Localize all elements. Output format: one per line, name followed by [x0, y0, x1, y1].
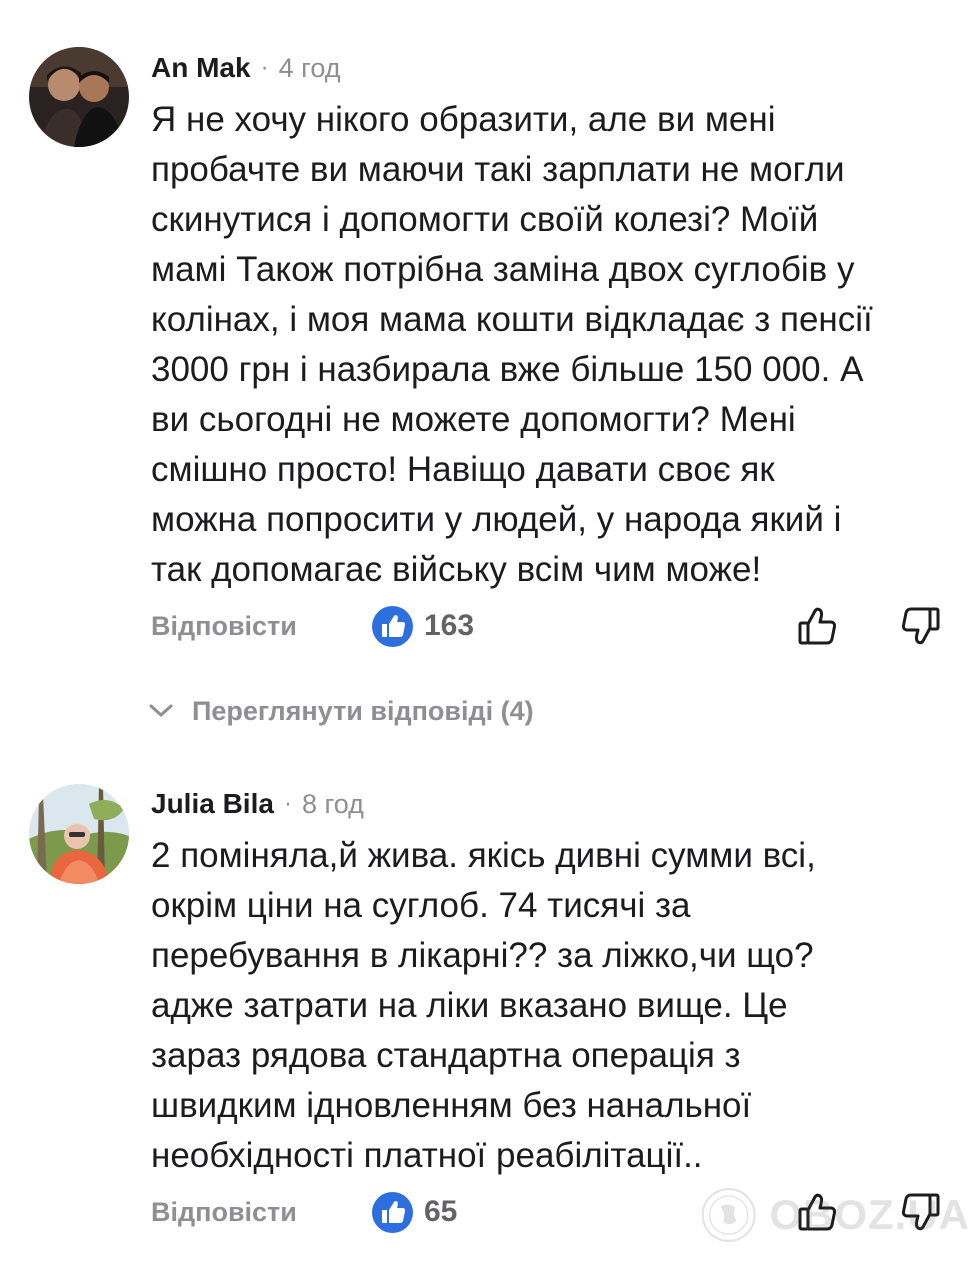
- comment-text-line: окрім ціни на суглоб. 74 тисячі за: [151, 886, 691, 925]
- comment-text-line: мамі Також потрібна заміна двох суглобів…: [151, 250, 855, 289]
- comment-text-line: скинутися і допомогти своїй колезі? Моїй: [151, 200, 819, 239]
- view-replies-button[interactable]: Переглянути відповіді (4): [148, 689, 534, 733]
- comment-text-line: можна попросити у людей, у народа який і: [151, 500, 842, 539]
- view-replies-label: Переглянути відповіді (4): [192, 695, 534, 726]
- comment-text-line: 3000 грн і назбирала вже більше 150 000.…: [151, 350, 864, 389]
- comment-text-line: смішно просто! Навіщо давати своє як: [151, 450, 775, 489]
- comment-actions: Відповісти 65: [0, 1187, 979, 1237]
- comment-text-line: зараз рядова стандартна операція з: [151, 1036, 741, 1075]
- thumbs-up-outline-icon: [798, 1193, 837, 1231]
- timestamp: 4 год: [278, 52, 341, 83]
- comment-text-line: адже затрати на ліки вказано вище. Це: [151, 986, 788, 1025]
- like-button[interactable]: [796, 1189, 840, 1235]
- thumbs-up-filled-icon: [372, 1192, 413, 1233]
- author-name[interactable]: An Mak: [151, 52, 251, 84]
- avatar[interactable]: [29, 47, 129, 147]
- chevron-down-icon: [149, 704, 173, 717]
- thumbs-up-filled-icon: [372, 606, 413, 647]
- reply-button[interactable]: Відповісти: [151, 601, 297, 651]
- comment-text: 2 поміняла,й жива. якісь дивні сумми всі…: [151, 831, 951, 1181]
- avatar[interactable]: [29, 784, 129, 884]
- author-name[interactable]: Julia Bila: [151, 788, 274, 820]
- thumbs-up-outline-icon: [798, 607, 837, 645]
- comment-text-line: швидким ідновленням без нанальної: [151, 1086, 752, 1125]
- comment-text-line: Я не хочу нікого образити, але ви мені: [151, 100, 776, 139]
- reply-button[interactable]: Відповісти: [151, 1187, 297, 1237]
- comment-text-line: колінах, і моя мама кошти відкладає з пе…: [151, 300, 873, 339]
- comment-text-line: перебування в лікарні?? за ліжко,чи що?: [151, 936, 814, 975]
- dislike-button[interactable]: [898, 1189, 942, 1235]
- thumbs-down-outline-icon: [901, 607, 940, 645]
- like-button[interactable]: [796, 603, 840, 649]
- separator-dot: ·: [260, 54, 269, 81]
- comment-text-line: необхідності платної реабілітації..: [151, 1136, 703, 1175]
- comment-text-line: 2 поміняла,й жива. якісь дивні сумми всі…: [151, 836, 816, 875]
- comment-text: Я не хочу нікого образити, але ви мені п…: [151, 95, 951, 595]
- comment-actions: Відповісти 163: [0, 601, 979, 651]
- like-count: 65: [424, 1195, 458, 1228]
- separator-dot: ·: [283, 790, 292, 817]
- comment-header: An Mak · 4 год: [151, 48, 341, 88]
- comment-header: Julia Bila · 8 год: [151, 784, 364, 824]
- thumbs-down-outline-icon: [901, 1193, 940, 1231]
- comment-text-line: ви сьогодні не можете допомогти? Мені: [151, 400, 796, 439]
- dislike-button[interactable]: [898, 603, 942, 649]
- timestamp: 8 год: [301, 788, 364, 819]
- comment-text-line: так допомагає війську всім чим може!: [151, 550, 762, 589]
- comment-text-line: пробачте ви маючи такі зарплати не могли: [151, 150, 845, 189]
- like-count: 163: [424, 609, 475, 642]
